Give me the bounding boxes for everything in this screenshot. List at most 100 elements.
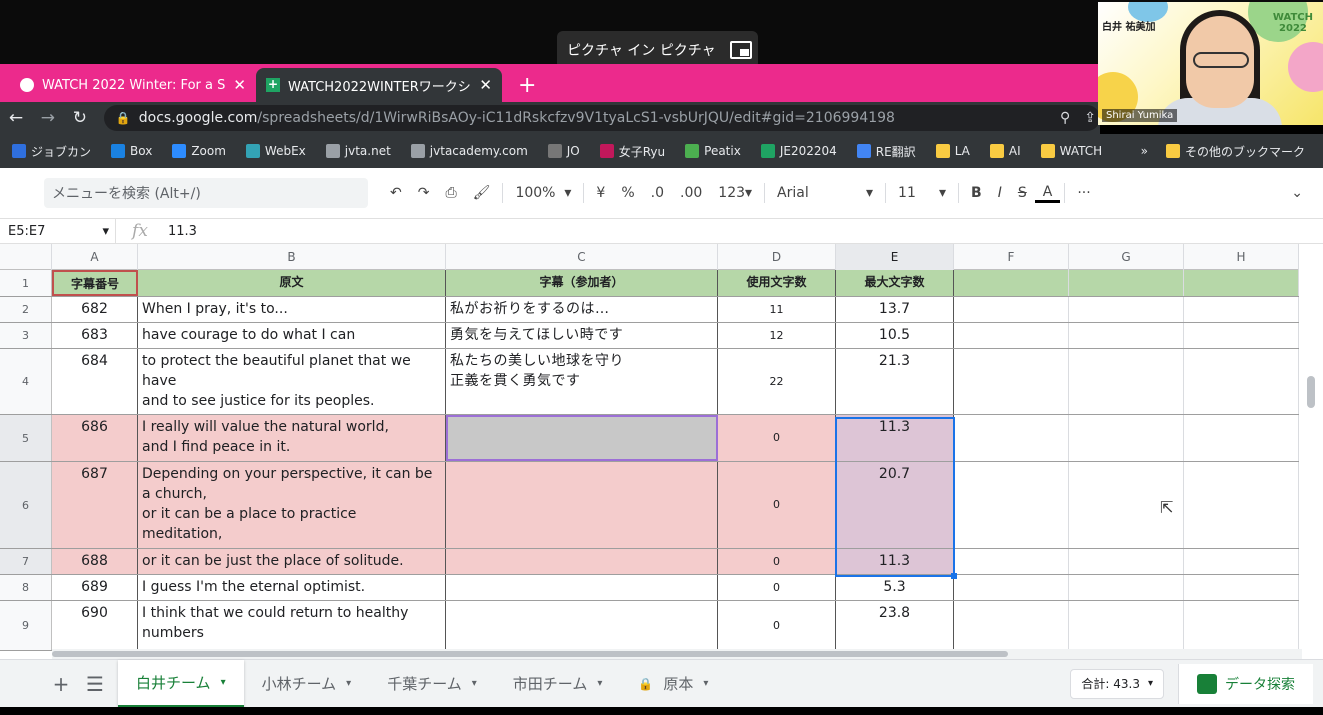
subtitle-number-cell[interactable]: 683 bbox=[52, 323, 138, 348]
char-count-cell[interactable]: 0 bbox=[718, 575, 836, 600]
italic-button[interactable]: I bbox=[990, 185, 1010, 201]
column-header-d[interactable]: D bbox=[718, 244, 836, 270]
chevron-down-icon[interactable]: ▾ bbox=[703, 678, 708, 689]
empty-cell[interactable] bbox=[1184, 549, 1299, 574]
bookmark-item[interactable]: WATCH bbox=[1040, 144, 1102, 158]
sheet-tab[interactable]: 白井チーム ▾ bbox=[118, 659, 244, 708]
bookmark-item[interactable]: Zoom bbox=[172, 144, 226, 158]
max-chars-cell[interactable]: 21.3 bbox=[836, 349, 954, 414]
empty-cell[interactable] bbox=[1184, 601, 1299, 650]
empty-cell[interactable] bbox=[1069, 601, 1184, 650]
zoom-select[interactable]: 100% ▾ bbox=[507, 185, 579, 201]
font-size-select[interactable]: 11 ▾ bbox=[890, 185, 954, 201]
char-count-cell[interactable]: 0 bbox=[718, 549, 836, 574]
empty-cell[interactable] bbox=[954, 575, 1069, 600]
row-header[interactable]: 3 bbox=[0, 323, 52, 348]
empty-cell[interactable] bbox=[954, 415, 1069, 461]
percent-button[interactable]: % bbox=[613, 185, 642, 201]
other-bookmarks[interactable]: その他のブックマーク bbox=[1165, 143, 1305, 160]
char-count-cell[interactable]: 0 bbox=[718, 601, 836, 650]
column-header-e[interactable]: E bbox=[836, 244, 954, 270]
header-cell-c[interactable]: 字幕（参加者） bbox=[446, 270, 718, 296]
sheet-tab[interactable]: 🔒 原本 ▾ bbox=[620, 660, 726, 708]
char-count-cell[interactable]: 12 bbox=[718, 323, 836, 348]
name-box[interactable]: E5:E7 ▾ bbox=[0, 219, 116, 243]
more-formats-button[interactable]: 123 ▾ bbox=[710, 185, 760, 201]
bookmark-item[interactable]: Box bbox=[111, 144, 152, 158]
max-chars-cell[interactable]: 11.3 bbox=[836, 415, 954, 461]
empty-cell[interactable] bbox=[1184, 462, 1299, 548]
sheet-tab[interactable]: 千葉チーム ▾ bbox=[369, 660, 495, 708]
source-text-cell[interactable]: Depending on your perspective, it can be… bbox=[138, 462, 446, 548]
empty-cell[interactable] bbox=[1184, 323, 1299, 348]
header-cell-b[interactable]: 原文 bbox=[138, 270, 446, 296]
empty-cell[interactable] bbox=[1069, 297, 1184, 322]
empty-cell[interactable] bbox=[1069, 415, 1184, 461]
char-count-cell[interactable]: 11 bbox=[718, 297, 836, 322]
max-chars-cell[interactable]: 10.5 bbox=[836, 323, 954, 348]
chevron-down-icon[interactable]: ▾ bbox=[221, 677, 226, 688]
explore-button[interactable]: データ探索 bbox=[1178, 663, 1313, 704]
subtitle-number-cell[interactable]: 689 bbox=[52, 575, 138, 600]
bookmarks-more-icon[interactable]: » bbox=[1141, 144, 1148, 158]
subtitle-number-cell[interactable]: 682 bbox=[52, 297, 138, 322]
column-header-g[interactable]: G bbox=[1069, 244, 1184, 270]
bookmark-item[interactable]: 女子Ryu bbox=[599, 143, 665, 160]
row-header[interactable]: 4 bbox=[0, 349, 52, 414]
chevron-down-icon[interactable]: ▾ bbox=[346, 678, 351, 689]
sum-indicator[interactable]: 合計: 43.3 ▾ bbox=[1070, 668, 1164, 699]
column-header-a[interactable]: A bbox=[52, 244, 138, 270]
column-header-f[interactable]: F bbox=[954, 244, 1069, 270]
source-text-cell[interactable]: or it can be just the place of solitude. bbox=[138, 549, 446, 574]
empty-cell[interactable] bbox=[954, 349, 1069, 414]
subtitle-cell[interactable] bbox=[446, 462, 718, 548]
chevron-down-icon[interactable]: ▾ bbox=[597, 678, 602, 689]
subtitle-number-cell[interactable]: 688 bbox=[52, 549, 138, 574]
more-options-button[interactable]: ··· bbox=[1069, 185, 1098, 201]
subtitle-cell[interactable]: 勇気を与えてほしい時です bbox=[446, 323, 718, 348]
empty-cell[interactable] bbox=[954, 549, 1069, 574]
forward-arrow-icon[interactable]: → bbox=[32, 108, 64, 128]
header-cell-a[interactable]: 字幕番号 bbox=[52, 270, 138, 296]
back-arrow-icon[interactable]: ← bbox=[0, 108, 32, 128]
undo-icon[interactable]: ↶ bbox=[382, 185, 410, 201]
empty-cell[interactable] bbox=[1069, 323, 1184, 348]
new-tab-button[interactable]: + bbox=[502, 73, 552, 102]
bookmark-item[interactable]: ジョブカン bbox=[12, 143, 91, 160]
header-cell-e[interactable]: 最大文字数 bbox=[836, 270, 954, 296]
menu-search-input[interactable]: メニューを検索 (Alt+/) bbox=[44, 178, 368, 208]
paint-format-icon[interactable]: 🖌 bbox=[465, 185, 499, 201]
share-icon[interactable]: ⇪ bbox=[1084, 110, 1096, 126]
row-header[interactable]: 1 bbox=[0, 270, 52, 296]
subtitle-cell[interactable] bbox=[446, 601, 718, 650]
empty-cell[interactable] bbox=[1069, 349, 1184, 414]
sheet-tab[interactable]: 市田チーム ▾ bbox=[495, 660, 621, 708]
chevron-down-icon[interactable]: ⌄ bbox=[1283, 185, 1323, 201]
source-text-cell[interactable]: I think that we could return to healthy … bbox=[138, 601, 446, 650]
text-color-button[interactable]: A bbox=[1034, 184, 1061, 203]
char-count-cell[interactable]: 22 bbox=[718, 349, 836, 414]
row-header[interactable]: 7 bbox=[0, 549, 52, 574]
subtitle-cell[interactable]: 私がお祈りをするのは… bbox=[446, 297, 718, 322]
source-text-cell[interactable]: When I pray, it's to... bbox=[138, 297, 446, 322]
sheet-tab[interactable]: 小林チーム ▾ bbox=[244, 660, 370, 708]
column-header-h[interactable]: H bbox=[1184, 244, 1299, 270]
empty-cell[interactable] bbox=[1184, 415, 1299, 461]
subtitle-cell[interactable]: 私たちの美しい地球を守り 正義を貫く勇気です bbox=[446, 349, 718, 414]
subtitle-number-cell[interactable]: 684 bbox=[52, 349, 138, 414]
bookmark-item[interactable]: JO bbox=[547, 144, 580, 158]
char-count-cell[interactable]: 0 bbox=[718, 415, 836, 461]
column-header-c[interactable]: C bbox=[446, 244, 718, 270]
select-all-corner[interactable] bbox=[0, 244, 52, 270]
column-header-b[interactable]: B bbox=[138, 244, 446, 270]
reload-icon[interactable]: ↻ bbox=[64, 108, 96, 128]
empty-cell[interactable] bbox=[1069, 575, 1184, 600]
empty-cell[interactable] bbox=[954, 270, 1069, 296]
empty-cell[interactable] bbox=[1069, 270, 1184, 296]
font-select[interactable]: Arial ▾ bbox=[769, 185, 881, 201]
url-field[interactable]: 🔒 docs.google.com /spreadsheets/d/1WirwR… bbox=[103, 105, 1101, 131]
browser-tab-sheets[interactable]: + WATCH2022WINTERワークショップ ✕ bbox=[256, 68, 502, 102]
strikethrough-button[interactable]: S bbox=[1010, 185, 1035, 201]
bookmark-item[interactable]: RE翻訳 bbox=[856, 143, 916, 160]
max-chars-cell[interactable]: 5.3 bbox=[836, 575, 954, 600]
